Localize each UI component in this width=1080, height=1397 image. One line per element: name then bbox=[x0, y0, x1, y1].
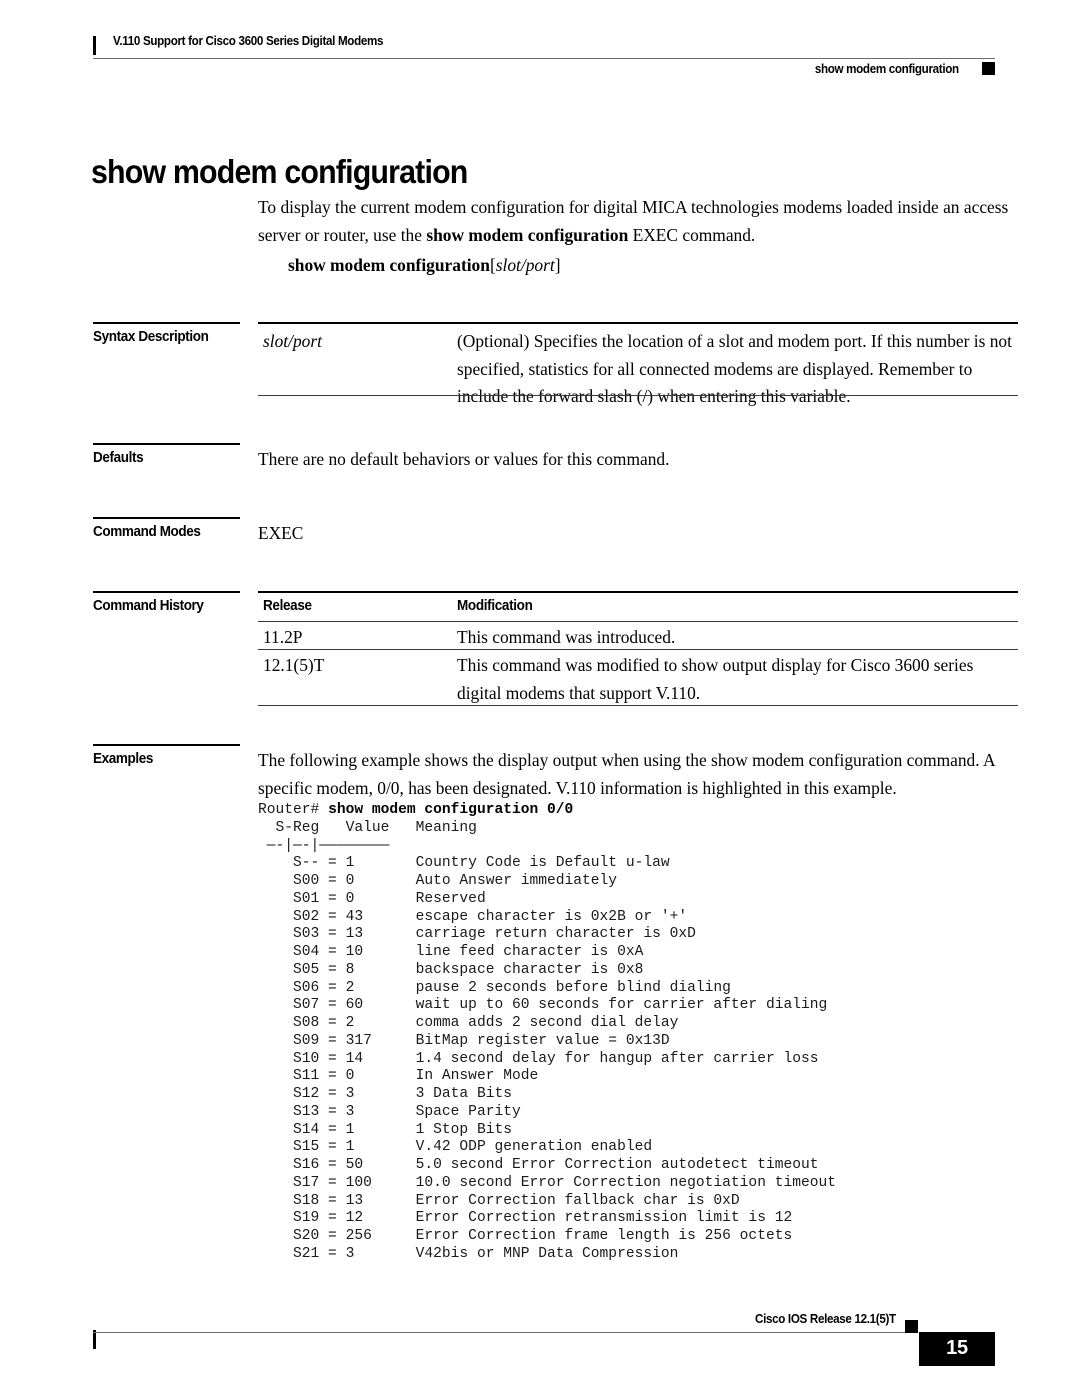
examples-intro-line-1: The following example shows the display … bbox=[258, 750, 980, 770]
defaults-label-rule bbox=[93, 443, 240, 445]
page-title: show modem configuration bbox=[91, 153, 468, 191]
history-row-2-release: 12.1(5)T bbox=[263, 655, 325, 675]
terminal-register-rows: S-- = 1 Country Code is Default u-law S0… bbox=[293, 855, 837, 1262]
syntax-table-description: (Optional) Specifies the location of a s… bbox=[457, 328, 1018, 411]
header-divider-rule bbox=[93, 58, 995, 59]
terminal-command: show modem configuration 0/0 bbox=[328, 802, 574, 818]
history-table-header-rule bbox=[258, 621, 1018, 622]
syntax-command: show modem configuration bbox=[288, 255, 490, 275]
terminal-separator-row: —-|—-|———————— bbox=[258, 837, 390, 854]
syntax-bracket-close: ] bbox=[554, 255, 561, 275]
examples-label-rule bbox=[93, 744, 240, 746]
intro-command-name: show modem configuration bbox=[426, 224, 629, 245]
terminal-column-headers: S-Reg Value Meaning bbox=[258, 819, 477, 836]
history-row-1-modification: This command was introduced. bbox=[457, 624, 1018, 652]
syntax-table-param: slot/port bbox=[263, 331, 322, 351]
section-label-defaults: Defaults bbox=[93, 450, 144, 466]
footer-divider-rule bbox=[93, 1332, 905, 1333]
syntax-desc-line-1: (Optional) Specifies the location of a s… bbox=[457, 331, 970, 351]
section-label-command-modes: Command Modes bbox=[93, 524, 201, 540]
section-label-examples: Examples bbox=[93, 751, 153, 767]
syntax-table-bottom-rule bbox=[258, 395, 1018, 396]
header-change-bar bbox=[93, 36, 96, 55]
examples-intro-paragraph: The following example shows the display … bbox=[258, 747, 1026, 802]
history-row-2-mod-line-2: digital modems that support V.110. bbox=[457, 682, 701, 703]
page-footer: Cisco IOS Release 12.1(5)T 15 bbox=[93, 1312, 995, 1376]
syntax-argument: slot/port bbox=[495, 255, 555, 275]
terminal-prompt: Router# bbox=[258, 802, 329, 818]
intro-paragraph: To display the current modem configurati… bbox=[258, 194, 1018, 249]
syntax-table-top-rule bbox=[258, 322, 1018, 324]
history-table-bottom-rule bbox=[258, 705, 1018, 706]
command-modes-text: EXEC bbox=[258, 523, 304, 543]
footer-release-text: Cisco IOS Release 12.1(5)T bbox=[755, 1312, 896, 1326]
footer-marker-square-icon bbox=[905, 1320, 918, 1333]
history-row-2-mod-line-1: This command was modified to show output… bbox=[457, 655, 974, 675]
command-syntax-line: show modem configuration[slot/port] bbox=[288, 252, 560, 280]
section-label-syntax-description: Syntax Description bbox=[93, 329, 209, 345]
header-section-title: show modem configuration bbox=[815, 62, 959, 76]
intro-line-2-suffix: EXEC command. bbox=[628, 224, 756, 245]
section-label-command-history: Command History bbox=[93, 598, 204, 614]
history-row-1-mod-line-1: This command was introduced. bbox=[457, 627, 676, 647]
history-column-header-release: Release bbox=[263, 598, 312, 614]
header-marker-square-icon bbox=[982, 62, 995, 75]
header-book-title: V.110 Support for Cisco 3600 Series Digi… bbox=[113, 34, 384, 48]
syntax-description-label-rule bbox=[93, 322, 240, 324]
history-row-1-release: 11.2P bbox=[263, 627, 303, 647]
defaults-text: There are no default behaviors or values… bbox=[258, 449, 670, 469]
history-row-2-modification: This command was modified to show output… bbox=[457, 652, 1018, 707]
running-header: V.110 Support for Cisco 3600 Series Digi… bbox=[93, 34, 995, 78]
history-table-top-rule bbox=[258, 591, 1018, 593]
command-history-label-rule bbox=[93, 591, 240, 593]
terminal-output-block: Router# show modem configuration 0/0 S-R… bbox=[258, 802, 836, 1264]
history-table-row-rule bbox=[258, 649, 1018, 650]
intro-line-1: To display the current modem configurati… bbox=[258, 197, 960, 217]
command-modes-label-rule bbox=[93, 517, 240, 519]
page-number: 15 bbox=[946, 1337, 968, 1359]
history-column-header-modification: Modification bbox=[457, 598, 533, 614]
